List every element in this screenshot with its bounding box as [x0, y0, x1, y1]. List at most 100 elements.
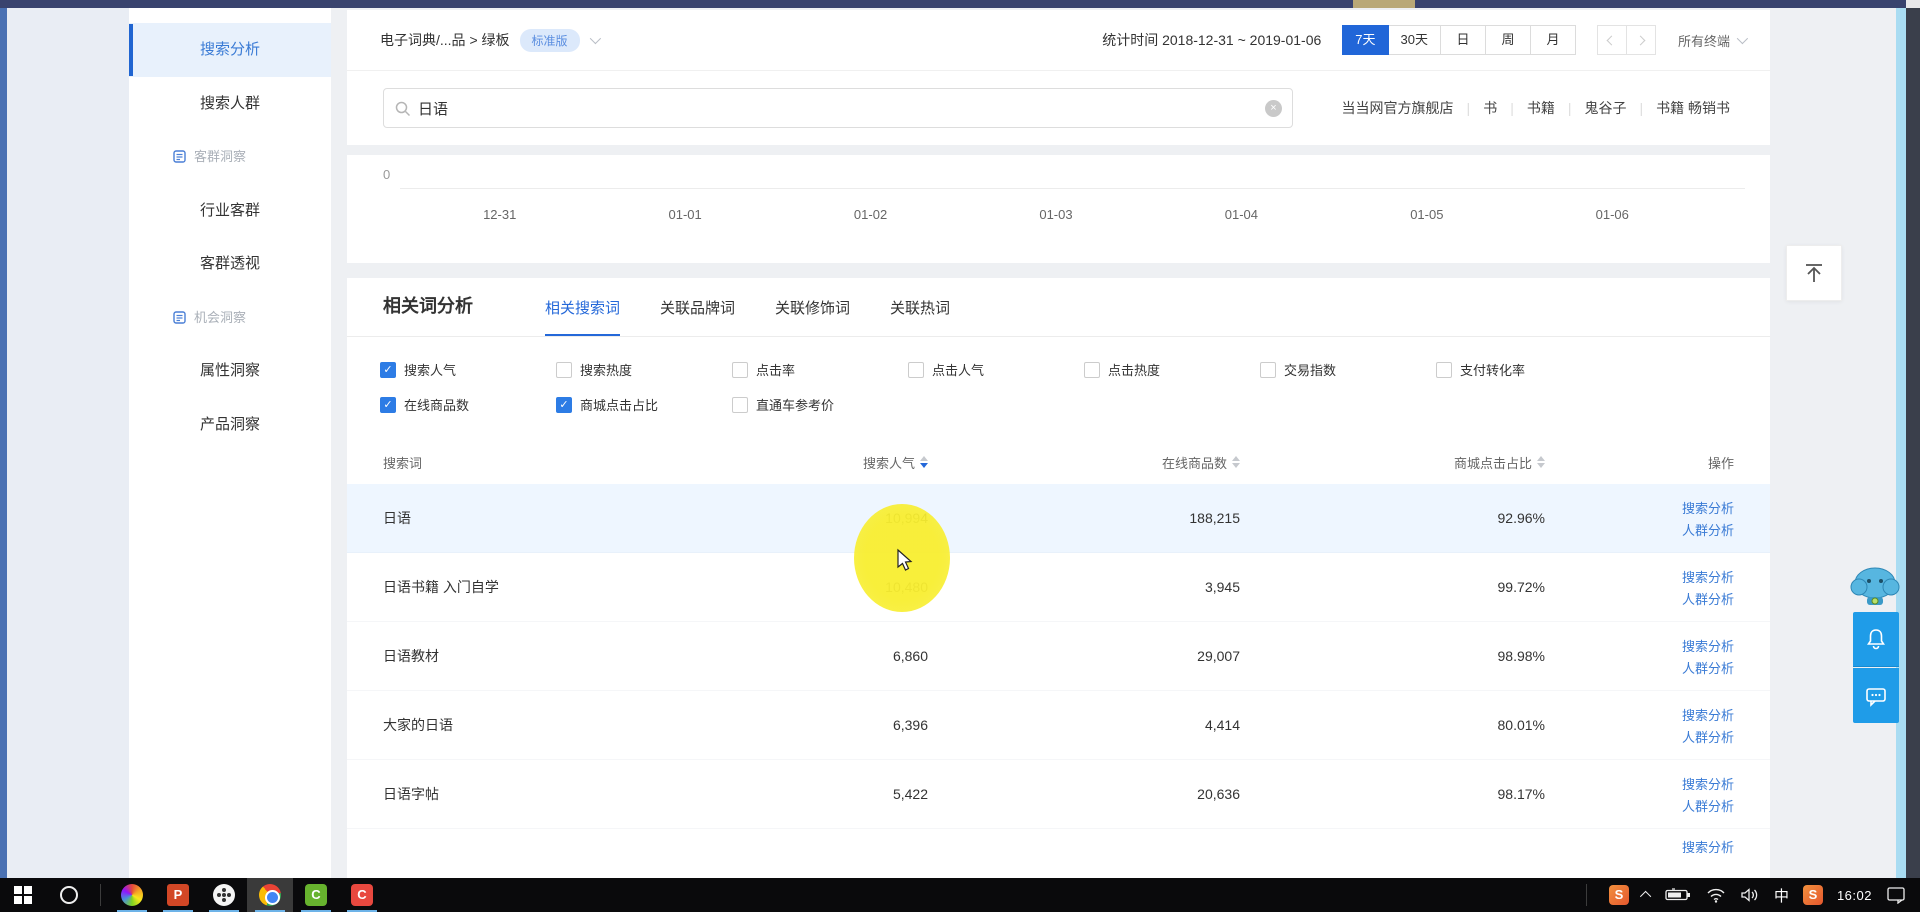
action-center-button[interactable] — [1886, 886, 1906, 904]
quick-link[interactable]: 书 — [1483, 98, 1497, 118]
search-input[interactable] — [418, 100, 1256, 117]
crowd-analysis-link[interactable]: 人群分析 — [1682, 796, 1734, 815]
photos-app-button[interactable] — [109, 878, 155, 912]
battery-button[interactable] — [1665, 888, 1692, 902]
crowd-analysis-link[interactable]: 人群分析 — [1682, 658, 1734, 677]
table-row-partial: 搜索分析 — [347, 829, 1770, 854]
sidebar-item[interactable]: 客群透视 — [129, 237, 331, 291]
link-separator: | — [1639, 100, 1643, 116]
cell-keyword: 日语书籍 入门自学 — [383, 577, 713, 597]
ime-indicator[interactable]: 中 — [1774, 885, 1789, 906]
quick-link[interactable]: 当当网官方旗舰店 — [1342, 98, 1454, 118]
col-products[interactable]: 在线商品数 — [928, 453, 1240, 472]
table-row[interactable]: 大家的日语 6,396 4,414 80.01% 搜索分析 人群分析 — [347, 691, 1770, 760]
sidebar-item[interactable]: 机会洞察 — [129, 291, 331, 345]
table-row[interactable]: 日语 10,994 188,215 92.96% 搜索分析 人群分析 — [347, 484, 1770, 553]
customer-service-chat-button[interactable] — [1853, 668, 1899, 723]
range-button[interactable]: 7天 — [1342, 25, 1388, 55]
tab[interactable]: 关联热词 — [890, 297, 950, 336]
table-row[interactable]: 日语教材 6,860 29,007 98.98% 搜索分析 人群分析 — [347, 622, 1770, 691]
taskbar-separator — [100, 884, 101, 906]
table-row[interactable]: 日语字帖 5,422 20,636 98.17% 搜索分析 人群分析 — [347, 760, 1770, 829]
search-analysis-link[interactable]: 搜索分析 — [1682, 498, 1734, 517]
cell-popularity: 6,396 — [713, 717, 928, 733]
x-axis-tick: 01-01 — [592, 207, 777, 222]
metric-checkbox[interactable]: ✓ 点击热度 — [1084, 360, 1260, 379]
prev-range-button[interactable] — [1597, 25, 1627, 55]
tray-expand-button[interactable] — [1643, 891, 1651, 899]
crowd-analysis-link[interactable]: 人群分析 — [1682, 727, 1734, 746]
terminal-filter[interactable]: 所有终端 — [1678, 31, 1745, 50]
tab[interactable]: 关联品牌词 — [660, 297, 735, 336]
x-axis-tick: 01-06 — [1520, 207, 1705, 222]
link-separator: | — [1467, 100, 1471, 116]
metric-checkbox[interactable]: ✓ 直通车参考价 — [732, 395, 908, 414]
sidebar-item[interactable]: 产品洞察 — [129, 398, 331, 452]
search-analysis-link[interactable]: 搜索分析 — [1682, 774, 1734, 793]
chevron-down-icon[interactable] — [589, 33, 600, 44]
camtasia-recorder-button[interactable]: C — [339, 878, 385, 912]
link-separator: | — [1568, 100, 1572, 116]
metric-checkbox[interactable]: ✓ 点击人气 — [908, 360, 1084, 379]
breadcrumb[interactable]: 电子词典/...品 > 绿板 — [380, 30, 510, 50]
version-badge[interactable]: 标准版 — [520, 29, 580, 52]
chevron-down-icon — [1737, 33, 1748, 44]
tab-bar: 相关搜索词 关联品牌词 关联修饰词 关联热词 — [545, 297, 950, 336]
search-analysis-link[interactable]: 搜索分析 — [1682, 705, 1734, 724]
quick-link[interactable]: 书籍 — [1527, 98, 1555, 118]
sogou-tray-button[interactable]: S — [1609, 885, 1629, 905]
wifi-button[interactable] — [1706, 888, 1726, 903]
clear-search-icon[interactable]: × — [1265, 100, 1282, 117]
col-popularity[interactable]: 搜索人气 — [713, 453, 928, 472]
metric-checkbox[interactable]: ✓ 商城点击占比 — [556, 395, 732, 414]
metric-label: 点击率 — [756, 360, 795, 379]
cell-ratio: 92.96% — [1240, 510, 1545, 526]
col-mall-ratio[interactable]: 商城点击占比 — [1240, 453, 1545, 472]
crowd-analysis-link[interactable]: 人群分析 — [1682, 589, 1734, 608]
range-button[interactable]: 日 — [1440, 25, 1486, 55]
sidebar-item[interactable]: 客群洞察 — [129, 130, 331, 184]
sidebar-item[interactable]: 属性洞察 — [129, 344, 331, 398]
search-analysis-link[interactable]: 搜索分析 — [1682, 567, 1734, 586]
quick-link[interactable]: 鬼谷子 — [1584, 98, 1626, 118]
sidebar-item-label: 产品洞察 — [200, 416, 260, 433]
range-button[interactable]: 周 — [1485, 25, 1531, 55]
keywords-table: 搜索词 搜索人气 在线商品数 商城点击占比 操作 — [347, 440, 1770, 854]
cell-popularity: 6,860 — [713, 648, 928, 664]
camtasia-app-button[interactable]: C — [293, 878, 339, 912]
clock[interactable]: 16:02 — [1837, 888, 1872, 903]
sidebar-item[interactable]: 行业客群 — [129, 184, 331, 238]
tab[interactable]: 相关搜索词 — [545, 297, 620, 336]
right-edge-strip — [1896, 8, 1906, 878]
powerpoint-app-button[interactable]: P — [155, 878, 201, 912]
sidebar-item[interactable]: 搜索人群 — [129, 77, 331, 131]
metric-checkbox[interactable]: ✓ 点击率 — [732, 360, 908, 379]
metric-checkbox[interactable]: ✓ 在线商品数 — [380, 395, 556, 414]
metric-checkbox[interactable]: ✓ 交易指数 — [1260, 360, 1436, 379]
chrome-app-button[interactable] — [247, 878, 293, 912]
chevron-right-icon — [1636, 35, 1646, 45]
back-to-top-button[interactable] — [1786, 245, 1842, 301]
media-player-icon — [213, 884, 235, 906]
tab[interactable]: 关联修饰词 — [775, 297, 850, 336]
range-button[interactable]: 月 — [1530, 25, 1576, 55]
start-button[interactable] — [0, 878, 46, 912]
metric-checkbox[interactable]: ✓ 支付转化率 — [1436, 360, 1612, 379]
notification-bell-button[interactable] — [1853, 612, 1899, 667]
sidebar-item[interactable]: 搜索分析 — [129, 23, 331, 77]
crowd-analysis-link[interactable]: 人群分析 — [1682, 520, 1734, 539]
search-analysis-link[interactable]: 搜索分析 — [1682, 636, 1734, 655]
sogou-tray-button-2[interactable]: S — [1803, 885, 1823, 905]
media-app-button[interactable] — [201, 878, 247, 912]
range-button[interactable]: 30天 — [1388, 25, 1441, 55]
search-analysis-link[interactable]: 搜索分析 — [1682, 837, 1734, 856]
next-range-button[interactable] — [1626, 25, 1656, 55]
table-row[interactable]: 日语书籍 入门自学 10,480 3,945 99.72% 搜索分析 人群分析 — [347, 553, 1770, 622]
metric-label: 点击人气 — [932, 360, 984, 379]
volume-button[interactable] — [1740, 887, 1760, 903]
cortana-button[interactable] — [46, 878, 92, 912]
metric-checkbox[interactable]: ✓ 搜索热度 — [556, 360, 732, 379]
related-words-card: 相关词分析 相关搜索词 关联品牌词 关联修饰词 关联热词 ✓ 搜索人气 — [347, 278, 1770, 878]
metric-checkbox[interactable]: ✓ 搜索人气 — [380, 360, 556, 379]
quick-link[interactable]: 书籍 畅销书 — [1656, 98, 1730, 118]
